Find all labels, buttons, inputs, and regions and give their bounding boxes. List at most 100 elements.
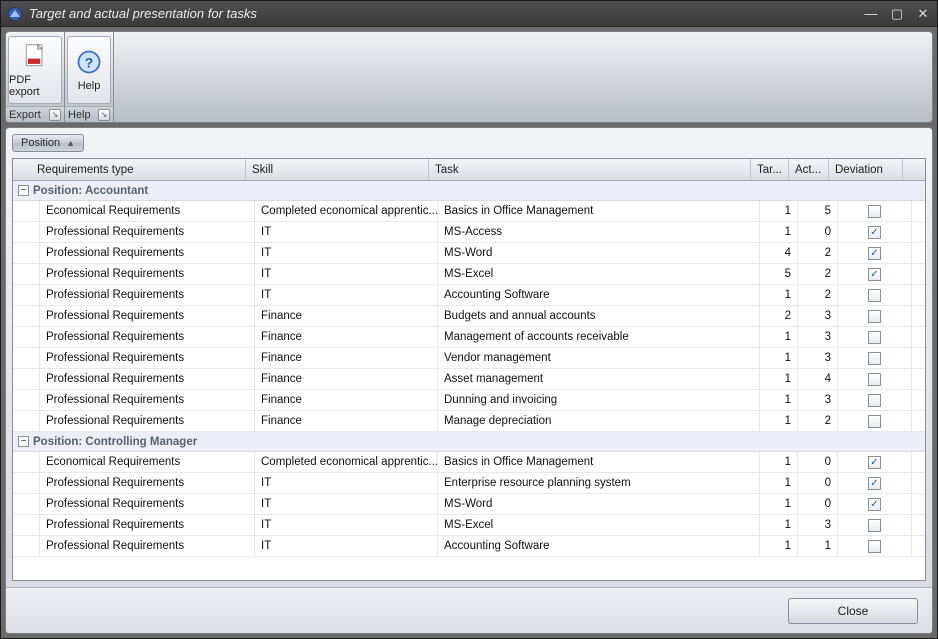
ribbon-group-export-caption: Export (9, 109, 41, 121)
group-title: Position: Accountant (33, 185, 148, 197)
group-chip-position[interactable]: Position ▲ (12, 134, 84, 152)
help-button[interactable]: ? Help (67, 36, 111, 104)
cell-deviation (838, 515, 912, 535)
table-row[interactable]: Professional RequirementsITMS-Word10✓ (13, 494, 925, 515)
table-row[interactable]: Economical RequirementsCompleted economi… (13, 201, 925, 222)
group-row[interactable]: −Position: Controlling Manager (13, 432, 925, 452)
column-header-task[interactable]: Task (429, 159, 751, 180)
cell-actual: 3 (798, 306, 838, 326)
table-row[interactable]: Professional RequirementsFinanceManage d… (13, 411, 925, 432)
deviation-checkbox[interactable] (868, 331, 881, 344)
table-row[interactable]: Professional RequirementsFinanceVendor m… (13, 348, 925, 369)
cell-reqtype: Professional Requirements (40, 536, 255, 556)
cell-indent (13, 390, 40, 410)
help-dialog-launcher[interactable]: ↘ (98, 109, 110, 121)
cell-reqtype: Professional Requirements (40, 264, 255, 284)
deviation-checkbox[interactable] (868, 205, 881, 218)
table-row[interactable]: Economical RequirementsCompleted economi… (13, 452, 925, 473)
window-title: Target and actual presentation for tasks (29, 6, 863, 21)
deviation-checkbox[interactable] (868, 519, 881, 532)
column-header-target[interactable]: Tar... (751, 159, 789, 180)
cell-actual: 3 (798, 390, 838, 410)
table-row[interactable]: Professional RequirementsITAccounting So… (13, 285, 925, 306)
table-row[interactable]: Professional RequirementsITMS-Word42✓ (13, 243, 925, 264)
deviation-checkbox[interactable]: ✓ (868, 247, 881, 260)
cell-indent (13, 306, 40, 326)
deviation-checkbox[interactable] (868, 352, 881, 365)
cell-deviation (838, 369, 912, 389)
cell-actual: 2 (798, 411, 838, 431)
cell-actual: 3 (798, 327, 838, 347)
deviation-checkbox[interactable]: ✓ (868, 268, 881, 281)
cell-target: 1 (760, 515, 798, 535)
cell-task: MS-Excel (438, 515, 760, 535)
cell-skill: Finance (255, 390, 438, 410)
cell-skill: Finance (255, 348, 438, 368)
collapse-icon[interactable]: − (18, 185, 29, 196)
deviation-checkbox[interactable] (868, 373, 881, 386)
cell-indent (13, 285, 40, 305)
cell-reqtype: Professional Requirements (40, 348, 255, 368)
cell-indent (13, 201, 40, 221)
cell-task: MS-Word (438, 494, 760, 514)
minimize-button[interactable]: — (863, 6, 879, 22)
table-row[interactable]: Professional RequirementsITEnterprise re… (13, 473, 925, 494)
deviation-checkbox[interactable] (868, 540, 881, 553)
export-dialog-launcher[interactable]: ↘ (49, 109, 61, 121)
close-button[interactable]: Close (788, 598, 918, 624)
column-expander (13, 159, 31, 180)
cell-task: MS-Word (438, 243, 760, 263)
cell-indent (13, 243, 40, 263)
table-row[interactable]: Professional RequirementsFinanceDunning … (13, 390, 925, 411)
column-header-reqtype[interactable]: Requirements type (31, 159, 246, 180)
cell-task: Budgets and annual accounts (438, 306, 760, 326)
close-window-button[interactable]: ✕ (915, 6, 931, 22)
deviation-checkbox[interactable] (868, 310, 881, 323)
table-row[interactable]: Professional RequirementsFinanceAsset ma… (13, 369, 925, 390)
group-row[interactable]: −Position: Accountant (13, 181, 925, 201)
cell-deviation (838, 285, 912, 305)
cell-target: 1 (760, 201, 798, 221)
cell-task: MS-Access (438, 222, 760, 242)
pdf-export-button[interactable]: PDF export (8, 36, 62, 104)
deviation-checkbox[interactable] (868, 415, 881, 428)
column-header-skill[interactable]: Skill (246, 159, 429, 180)
table-row[interactable]: Professional RequirementsITMS-Excel52✓ (13, 264, 925, 285)
deviation-checkbox[interactable]: ✓ (868, 456, 881, 469)
table-row[interactable]: Professional RequirementsFinanceManageme… (13, 327, 925, 348)
cell-indent (13, 327, 40, 347)
column-header-deviation[interactable]: Deviation (829, 159, 903, 180)
cell-skill: IT (255, 264, 438, 284)
cell-indent (13, 494, 40, 514)
cell-deviation: ✓ (838, 243, 912, 263)
deviation-checkbox[interactable]: ✓ (868, 226, 881, 239)
cell-target: 1 (760, 494, 798, 514)
cell-reqtype: Professional Requirements (40, 222, 255, 242)
grid-body[interactable]: −Position: AccountantEconomical Requirem… (13, 181, 925, 580)
maximize-button[interactable]: ▢ (889, 6, 905, 22)
cell-task: Management of accounts receivable (438, 327, 760, 347)
table-row[interactable]: Professional RequirementsITMS-Excel13 (13, 515, 925, 536)
table-row[interactable]: Professional RequirementsITAccounting So… (13, 536, 925, 557)
deviation-checkbox[interactable]: ✓ (868, 498, 881, 511)
deviation-checkbox[interactable] (868, 289, 881, 302)
cell-task: Dunning and invoicing (438, 390, 760, 410)
pdf-export-label: PDF export (9, 74, 61, 98)
cell-deviation: ✓ (838, 264, 912, 284)
cell-task: Basics in Office Management (438, 452, 760, 472)
table-row[interactable]: Professional RequirementsFinanceBudgets … (13, 306, 925, 327)
deviation-checkbox[interactable] (868, 394, 881, 407)
deviation-checkbox[interactable]: ✓ (868, 477, 881, 490)
cell-actual: 3 (798, 515, 838, 535)
cell-skill: IT (255, 473, 438, 493)
collapse-icon[interactable]: − (18, 436, 29, 447)
table-row[interactable]: Professional RequirementsITMS-Access10✓ (13, 222, 925, 243)
cell-skill: IT (255, 515, 438, 535)
ribbon: PDF export Export ↘ ? Help Help (5, 31, 933, 123)
cell-skill: IT (255, 243, 438, 263)
cell-task: Asset management (438, 369, 760, 389)
cell-task: Vendor management (438, 348, 760, 368)
column-header-actual[interactable]: Act... (789, 159, 829, 180)
cell-deviation (838, 390, 912, 410)
cell-reqtype: Professional Requirements (40, 306, 255, 326)
